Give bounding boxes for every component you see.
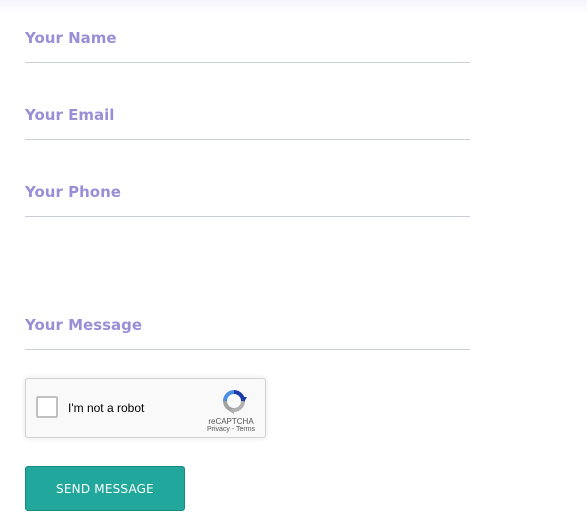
send-message-button[interactable]: SEND MESSAGE <box>25 466 185 511</box>
recaptcha-brand: reCAPTCHA <box>208 417 254 426</box>
email-field-wrapper <box>25 103 470 140</box>
contact-form-page: I'm not a robot reCAPTCHA Privacy - Term… <box>0 0 587 531</box>
name-field-wrapper <box>25 26 470 63</box>
recaptcha-checkbox[interactable] <box>36 396 58 418</box>
recaptcha-logo-icon <box>220 387 248 415</box>
phone-input[interactable] <box>25 180 470 204</box>
message-field-wrapper <box>25 313 470 350</box>
name-input[interactable] <box>25 26 470 50</box>
recaptcha-links: Privacy - Terms <box>198 426 264 434</box>
recaptcha-label: I'm not a robot <box>68 401 145 415</box>
recaptcha-privacy-link[interactable]: Privacy <box>207 426 230 433</box>
phone-field-wrapper <box>25 180 470 217</box>
email-input[interactable] <box>25 103 470 127</box>
recaptcha-terms-link[interactable]: Terms <box>236 426 255 433</box>
message-textarea[interactable] <box>25 313 470 337</box>
recaptcha-widget: I'm not a robot reCAPTCHA Privacy - Term… <box>25 378 266 438</box>
top-shade <box>0 0 587 14</box>
